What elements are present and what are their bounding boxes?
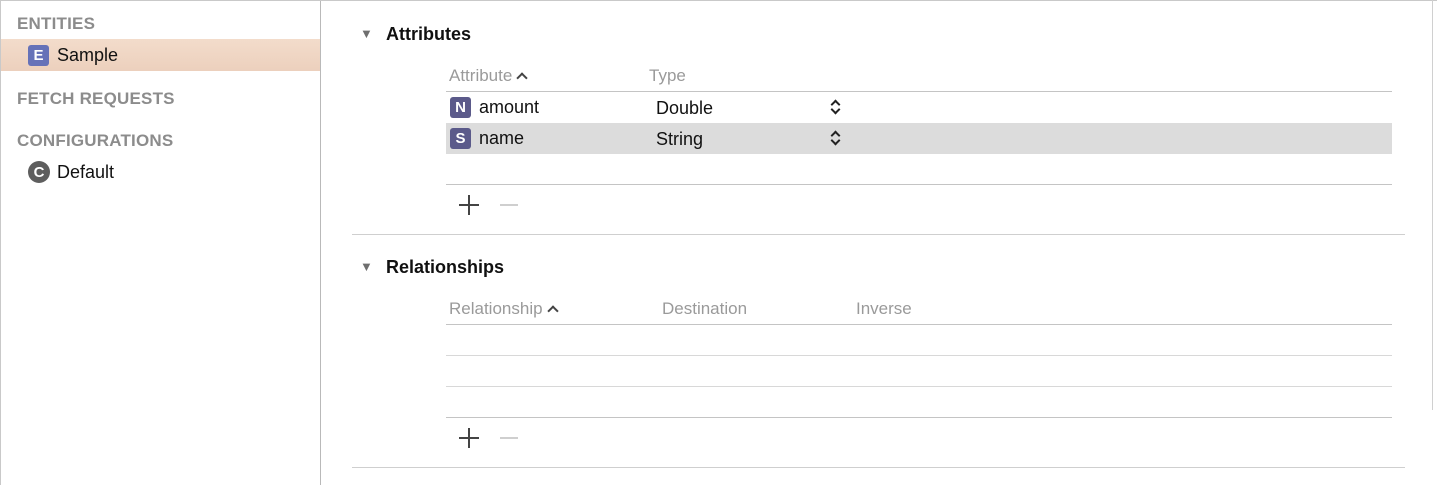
add-relationship-button[interactable] bbox=[459, 428, 479, 448]
window-right-border bbox=[1432, 0, 1433, 410]
relationships-title: Relationships bbox=[386, 257, 505, 277]
configurations-header[interactable]: CONFIGURATIONS bbox=[17, 131, 173, 151]
destination-column-header[interactable]: Destination bbox=[662, 299, 747, 319]
relationships-table: Relationship Destination Inverse bbox=[446, 299, 1392, 459]
empty-row-divider bbox=[446, 386, 1392, 387]
entity-editor: ▼ Attributes Attribute Type N amount Dou… bbox=[322, 1, 1437, 485]
attribute-column-header[interactable]: Attribute bbox=[449, 66, 528, 86]
attributes-disclosure-triangle-down-icon[interactable]: ▼ bbox=[360, 26, 373, 41]
number-type-badge-icon: N bbox=[450, 97, 471, 118]
inverse-column-header[interactable]: Inverse bbox=[856, 299, 912, 319]
sidebar-item-sample[interactable]: E Sample bbox=[1, 39, 320, 71]
attribute-type-popup[interactable]: Double bbox=[656, 98, 713, 119]
table-bottom-divider bbox=[446, 417, 1392, 418]
add-attribute-button[interactable] bbox=[459, 195, 479, 215]
entities-header: ENTITIES bbox=[17, 14, 96, 33]
sort-ascending-icon bbox=[516, 72, 528, 84]
section-divider bbox=[352, 467, 1405, 468]
configuration-label: Default bbox=[57, 162, 115, 182]
sort-ascending-icon bbox=[546, 305, 559, 317]
attribute-name[interactable]: amount bbox=[479, 97, 539, 118]
entity-badge-icon: E bbox=[28, 45, 49, 66]
table-row[interactable]: N amount Double bbox=[446, 92, 1392, 123]
fetch-requests-header[interactable]: FETCH REQUESTS bbox=[17, 89, 175, 109]
popup-stepper-icon[interactable] bbox=[830, 96, 842, 118]
entity-label: Sample bbox=[57, 45, 119, 65]
attributes-table: Attribute Type N amount Double S name St… bbox=[446, 66, 1392, 221]
attribute-name[interactable]: name bbox=[479, 128, 524, 149]
attribute-type-popup[interactable]: String bbox=[656, 129, 703, 150]
popup-stepper-icon[interactable] bbox=[830, 127, 842, 149]
sidebar: ENTITIES E Sample FETCH REQUESTS CONFIGU… bbox=[1, 1, 321, 485]
empty-row-divider bbox=[446, 355, 1392, 356]
relationship-column-label: Relationship bbox=[449, 299, 543, 318]
type-column-header[interactable]: Type bbox=[649, 66, 686, 86]
table-bottom-divider bbox=[446, 184, 1392, 185]
header-divider bbox=[446, 324, 1392, 325]
remove-relationship-button[interactable] bbox=[500, 428, 518, 448]
attribute-column-label: Attribute bbox=[449, 66, 513, 85]
sidebar-item-default[interactable]: C Default bbox=[1, 157, 320, 189]
attributes-title: Attributes bbox=[386, 24, 471, 44]
remove-attribute-button[interactable] bbox=[500, 195, 518, 215]
relationships-disclosure-triangle-down-icon[interactable]: ▼ bbox=[360, 259, 373, 274]
configuration-badge-icon: C bbox=[28, 161, 50, 183]
table-row[interactable]: S name String bbox=[446, 123, 1392, 154]
string-type-badge-icon: S bbox=[450, 128, 471, 149]
relationship-column-header[interactable]: Relationship bbox=[449, 299, 559, 319]
section-divider bbox=[352, 234, 1405, 235]
